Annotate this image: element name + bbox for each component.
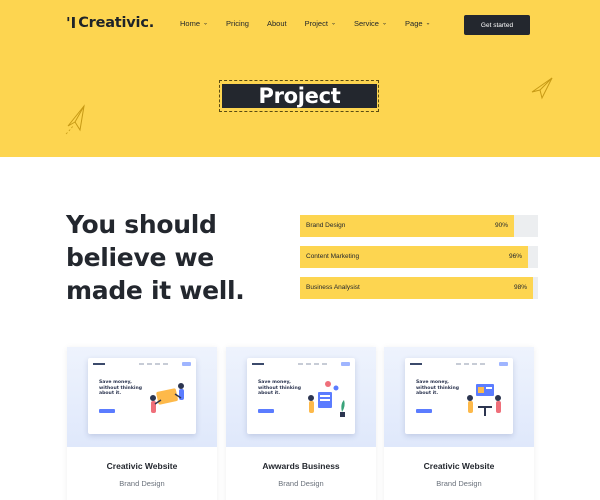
paper-plane-icon bbox=[531, 77, 553, 100]
mockup-headline: Save money, without thinking about it. bbox=[99, 380, 149, 397]
skill-bar: Content Marketing 96% bbox=[300, 246, 538, 268]
skill-label: Content Marketing bbox=[306, 253, 360, 260]
get-started-button[interactable]: Get started bbox=[464, 15, 530, 35]
mockup-headline-line: without thinking bbox=[416, 385, 460, 391]
nav-item-label: Pricing bbox=[226, 19, 249, 28]
nav-item-label: Home bbox=[180, 19, 201, 28]
mockup-nav-button bbox=[182, 362, 191, 366]
mockup-link bbox=[472, 363, 477, 365]
skills-progress-list: Brand Design 90% Content Marketing 96% B… bbox=[300, 215, 538, 308]
mockup-link bbox=[163, 363, 168, 365]
website-mockup: Save money, without thinking about it. bbox=[405, 358, 513, 434]
mockup-nav bbox=[410, 362, 508, 367]
nav-item-label: Page bbox=[405, 19, 423, 28]
logo-mark-icon: 'I bbox=[66, 13, 77, 32]
mockup-headline-line: without thinking bbox=[99, 385, 143, 391]
mockup-nav bbox=[252, 362, 350, 367]
website-mockup: Save money, without thinking about it. bbox=[88, 358, 196, 434]
mockup-link bbox=[147, 363, 152, 365]
project-title[interactable]: Creativic Website bbox=[384, 461, 534, 471]
skill-label: Business Analysist bbox=[306, 284, 360, 291]
mockup-headline-line: about it. bbox=[258, 391, 281, 396]
nav-item-service[interactable]: Service ⌄ bbox=[354, 19, 387, 28]
mockup-link bbox=[306, 363, 311, 365]
people-illustration-icon bbox=[150, 383, 184, 413]
chevron-down-icon: ⌄ bbox=[330, 20, 336, 27]
headline-line: made it well. bbox=[66, 276, 245, 305]
skill-bar: Business Analysist 98% bbox=[300, 277, 538, 299]
mockup-link bbox=[139, 363, 144, 365]
project-thumbnail[interactable]: Save money, without thinking about it. bbox=[384, 347, 534, 447]
nav-item-about[interactable]: About bbox=[267, 19, 287, 28]
mockup-headline-line: Save money, bbox=[258, 380, 291, 385]
mockup-link bbox=[322, 363, 327, 365]
website-mockup: Save money, without thinking about it. bbox=[247, 358, 355, 434]
project-category: Brand Design bbox=[119, 479, 165, 488]
project-card[interactable]: Save money, without thinking about it. C… bbox=[67, 347, 217, 500]
nav-item-project[interactable]: Project ⌄ bbox=[305, 19, 336, 28]
people-illustration-icon bbox=[308, 381, 345, 417]
chevron-down-icon: ⌄ bbox=[381, 20, 388, 27]
mockup-link bbox=[464, 363, 469, 365]
project-thumbnail[interactable]: Save money, without thinking about it. bbox=[67, 347, 217, 447]
project-thumbnail[interactable]: Save money, without thinking about it. bbox=[226, 347, 376, 447]
mockup-logo bbox=[93, 363, 105, 365]
project-card[interactable]: Save money, without thinking about it. A… bbox=[226, 347, 376, 500]
chevron-down-icon: ⌄ bbox=[425, 20, 431, 27]
nav-item-label: Service bbox=[353, 19, 379, 28]
mockup-nav-button bbox=[341, 362, 350, 366]
mockup-headline-line: without thinking bbox=[258, 385, 302, 391]
mockup-button bbox=[416, 409, 432, 413]
skill-label: Brand Design bbox=[306, 222, 346, 229]
mockup-link bbox=[155, 363, 160, 365]
chevron-down-icon: ⌄ bbox=[203, 20, 209, 27]
project-category: Brand Design bbox=[278, 479, 324, 488]
nav-item-pricing[interactable]: Pricing bbox=[226, 19, 249, 28]
skill-value: 90% bbox=[494, 222, 508, 229]
mockup-nav bbox=[93, 362, 191, 367]
project-card[interactable]: Save money, without thinking about it. C… bbox=[384, 347, 534, 500]
page-title: Project bbox=[258, 83, 341, 108]
project-title[interactable]: Awwards Business bbox=[226, 461, 376, 471]
skill-bar: Brand Design 90% bbox=[300, 215, 538, 237]
paper-plane-icon bbox=[65, 104, 85, 135]
mockup-headline-line: about it. bbox=[99, 391, 122, 396]
main-nav: Home ⌄ Pricing About Project ⌄ Service ⌄… bbox=[180, 19, 449, 28]
mockup-headline: Save money, without thinking about it. bbox=[416, 380, 466, 397]
section-headline: You should believe we made it well. bbox=[66, 208, 286, 307]
skill-value: 96% bbox=[508, 253, 522, 260]
nav-item-home[interactable]: Home ⌄ bbox=[180, 19, 208, 28]
skill-value: 98% bbox=[513, 284, 527, 291]
nav-item-label: About bbox=[266, 19, 287, 28]
mockup-headline-line: about it. bbox=[416, 391, 439, 396]
mockup-link bbox=[456, 363, 461, 365]
headline-line: believe we bbox=[66, 243, 214, 272]
mockup-link bbox=[480, 363, 485, 365]
nav-item-label: Project bbox=[304, 19, 328, 28]
mockup-logo bbox=[252, 363, 264, 365]
mockup-headline: Save money, without thinking about it. bbox=[258, 380, 308, 397]
mockup-headline-line: Save money, bbox=[416, 380, 449, 385]
headline-line: You should bbox=[66, 210, 217, 239]
mockup-link bbox=[298, 363, 303, 365]
people-illustration-icon bbox=[467, 384, 501, 416]
mockup-button bbox=[258, 409, 274, 413]
mockup-headline-line: Save money, bbox=[99, 380, 132, 385]
nav-item-page[interactable]: Page ⌄ bbox=[405, 19, 431, 28]
logo-text: Creativic. bbox=[78, 15, 155, 31]
mockup-logo bbox=[410, 363, 422, 365]
mockup-button bbox=[99, 409, 115, 413]
page-hero: 'I Creativic. Home ⌄ Pricing About Proje… bbox=[0, 0, 600, 157]
project-category: Brand Design bbox=[436, 479, 482, 488]
project-title[interactable]: Creativic Website bbox=[67, 461, 217, 471]
brand-logo[interactable]: 'I Creativic. bbox=[66, 15, 154, 31]
mockup-nav-button bbox=[499, 362, 508, 366]
mockup-link bbox=[314, 363, 319, 365]
